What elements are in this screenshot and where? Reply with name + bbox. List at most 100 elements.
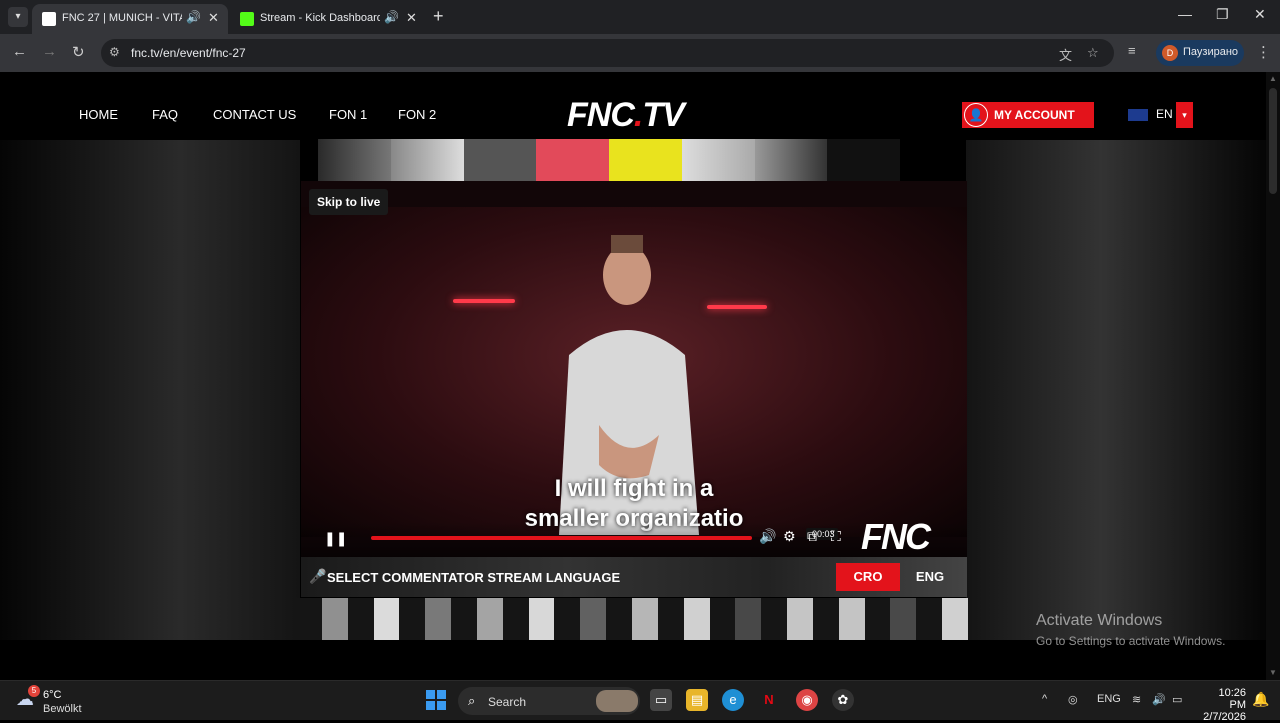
nav-fon-2[interactable]: FON 2 — [398, 107, 436, 122]
stripe — [890, 598, 917, 640]
app-icon[interactable]: ✿ — [832, 689, 854, 711]
back-button[interactable]: ← — [12, 43, 27, 60]
fullscreen-icon[interactable]: ⛶ — [831, 528, 841, 545]
scroll-down-arrow-icon[interactable]: ▼ — [1269, 668, 1277, 677]
site-logo[interactable]: FNC.TV — [567, 96, 685, 135]
stripe — [373, 598, 400, 640]
file-explorer-icon[interactable]: ▤ — [686, 689, 708, 711]
nav-home[interactable]: HOME — [79, 107, 118, 122]
page-scrollbar[interactable]: ▲ ▼ — [1266, 72, 1280, 680]
clock-time: 10:26 PM — [1218, 687, 1246, 711]
profile-button[interactable]: D Паузирано — [1156, 40, 1244, 66]
video-player[interactable]: Skip to live I will fight in a smaller o… — [301, 181, 967, 557]
address-bar[interactable]: ⚙ fnc.tv/en/event/fnc-27 文 ☆ — [101, 39, 1114, 67]
audio-playing-icon[interactable]: 🔊 — [186, 10, 201, 24]
scroll-up-arrow-icon[interactable]: ▲ — [1269, 74, 1277, 83]
close-window-button[interactable]: ✕ — [1254, 6, 1266, 23]
commentator-label: SELECT COMMENTATOR STREAM LANGUAGE — [327, 570, 621, 585]
weather-description: Bewölkt — [43, 703, 82, 715]
my-account-label: MY ACCOUNT — [994, 108, 1075, 122]
decorative-stripes — [296, 598, 968, 640]
nav-contact-us[interactable]: CONTACT US — [213, 107, 296, 122]
progress-bar[interactable]: -00:03 — [371, 528, 838, 540]
stripe — [709, 598, 736, 640]
stripe — [296, 598, 322, 640]
fnc-favicon-icon — [42, 12, 56, 26]
new-tab-button[interactable]: + — [433, 6, 444, 27]
close-tab-icon[interactable]: ✕ — [208, 10, 219, 26]
gym-light — [707, 305, 767, 309]
tab-title: FNC 27 | MUNICH - VITASC — [62, 12, 182, 24]
pause-button[interactable]: ❚❚ — [324, 530, 347, 547]
translate-icon[interactable]: 文 — [1059, 45, 1072, 64]
stripe — [606, 598, 632, 640]
minimize-window-button[interactable]: — — [1178, 6, 1192, 22]
logo-text: FNC — [567, 96, 635, 134]
tab-search-menu-button[interactable]: ▾ — [8, 7, 28, 27]
notification-bell-icon[interactable]: 🔔 — [1252, 691, 1269, 708]
nav-faq[interactable]: FAQ — [152, 107, 178, 122]
skip-to-live-button[interactable]: Skip to live — [309, 189, 389, 215]
nav-fon-1[interactable]: FON 1 — [329, 107, 367, 122]
bookmark-star-icon[interactable]: ☆ — [1087, 45, 1099, 61]
wifi-icon[interactable]: ≋ — [1132, 693, 1141, 706]
close-tab-icon[interactable]: ✕ — [406, 10, 417, 26]
kick-favicon-icon — [240, 12, 254, 26]
netflix-icon[interactable]: N — [758, 689, 780, 711]
weather-temperature: 6°C — [43, 689, 62, 701]
stripe — [683, 598, 710, 640]
forward-button[interactable]: → — [42, 43, 57, 60]
picture-in-picture-icon[interactable]: ⧉ — [807, 528, 817, 545]
show-hidden-icons-icon[interactable]: ^ — [1042, 693, 1047, 705]
restore-window-button[interactable]: ❐ — [1216, 6, 1229, 23]
my-account-button[interactable]: 👤 MY ACCOUNT — [962, 102, 1094, 128]
watermark-subtitle: Go to Settings to activate Windows. — [1036, 634, 1226, 648]
chevron-down-icon[interactable]: ▾ — [1176, 102, 1193, 128]
color-test-bars — [318, 139, 900, 181]
stripe — [425, 598, 452, 640]
stripe — [916, 598, 943, 640]
search-icon: ⌕ — [468, 693, 476, 708]
commentator-cro-button[interactable]: CRO — [836, 563, 900, 591]
browser-toolbar: ← → ↻ ⚙ fnc.tv/en/event/fnc-27 文 ☆ ≡ D П… — [0, 34, 1280, 72]
stripe — [761, 598, 788, 640]
notification-badge: 5 — [28, 685, 40, 697]
clock-date: 2/7/2026 — [1203, 711, 1246, 723]
volume-icon[interactable]: 🔊 — [1152, 693, 1166, 706]
language-selector[interactable]: EN — [1156, 107, 1173, 121]
copilot-icon[interactable]: ◎ — [1068, 693, 1078, 706]
microphone-icon: 🎤 — [309, 568, 327, 584]
settings-gear-icon[interactable]: ⚙ — [783, 528, 796, 545]
stripe — [580, 598, 607, 640]
audio-playing-icon[interactable]: 🔊 — [384, 10, 399, 24]
task-view-icon[interactable]: ▭ — [650, 689, 672, 711]
edge-browser-icon[interactable]: e — [722, 689, 744, 711]
volume-icon[interactable]: 🔊 — [759, 528, 776, 545]
system-clock[interactable]: 10:26 PM 2/7/2026 — [1200, 687, 1246, 723]
browser-menu-icon[interactable]: ⋮ — [1256, 43, 1271, 61]
start-button[interactable] — [426, 690, 446, 710]
browser-tabstrip: ▾ FNC 27 | MUNICH - VITASC 🔊 ✕ Stream - … — [0, 0, 1280, 34]
taskbar-search[interactable]: ⌕ Search — [458, 687, 640, 715]
keyboard-language[interactable]: ENG — [1097, 693, 1121, 705]
media-controls-icon[interactable]: ≡ — [1128, 43, 1136, 58]
stripe — [347, 598, 374, 640]
reload-button[interactable]: ↻ — [72, 43, 85, 61]
activate-windows-watermark: Activate Windows Go to Settings to activ… — [1036, 612, 1225, 648]
tab-fnc[interactable]: FNC 27 | MUNICH - VITASC 🔊 ✕ — [32, 4, 228, 34]
commentator-eng-button[interactable]: ENG — [904, 563, 956, 591]
stripe — [554, 598, 581, 640]
user-icon: 👤 — [964, 103, 988, 127]
chrome-icon[interactable]: ◉ — [796, 689, 818, 711]
battery-icon[interactable]: ▭ — [1172, 693, 1182, 706]
watermark-title: Activate Windows — [1036, 612, 1163, 629]
site-info-icon[interactable]: ⚙ — [109, 45, 120, 59]
tab-kick[interactable]: Stream - Kick Dashboard 🔊 ✕ — [230, 4, 426, 34]
search-placeholder: Search — [488, 695, 527, 709]
tab-title: Stream - Kick Dashboard — [260, 12, 380, 24]
url-text[interactable]: fnc.tv/en/event/fnc-27 — [131, 46, 246, 60]
windows-taskbar: ☁ 5 6°C Bewölkt ⌕ Search ▭ ▤ e N ◉ ✿ ^ ◎… — [0, 680, 1280, 723]
stripe — [787, 598, 813, 640]
scrollbar-thumb[interactable] — [1269, 88, 1277, 194]
stripe — [528, 598, 555, 640]
